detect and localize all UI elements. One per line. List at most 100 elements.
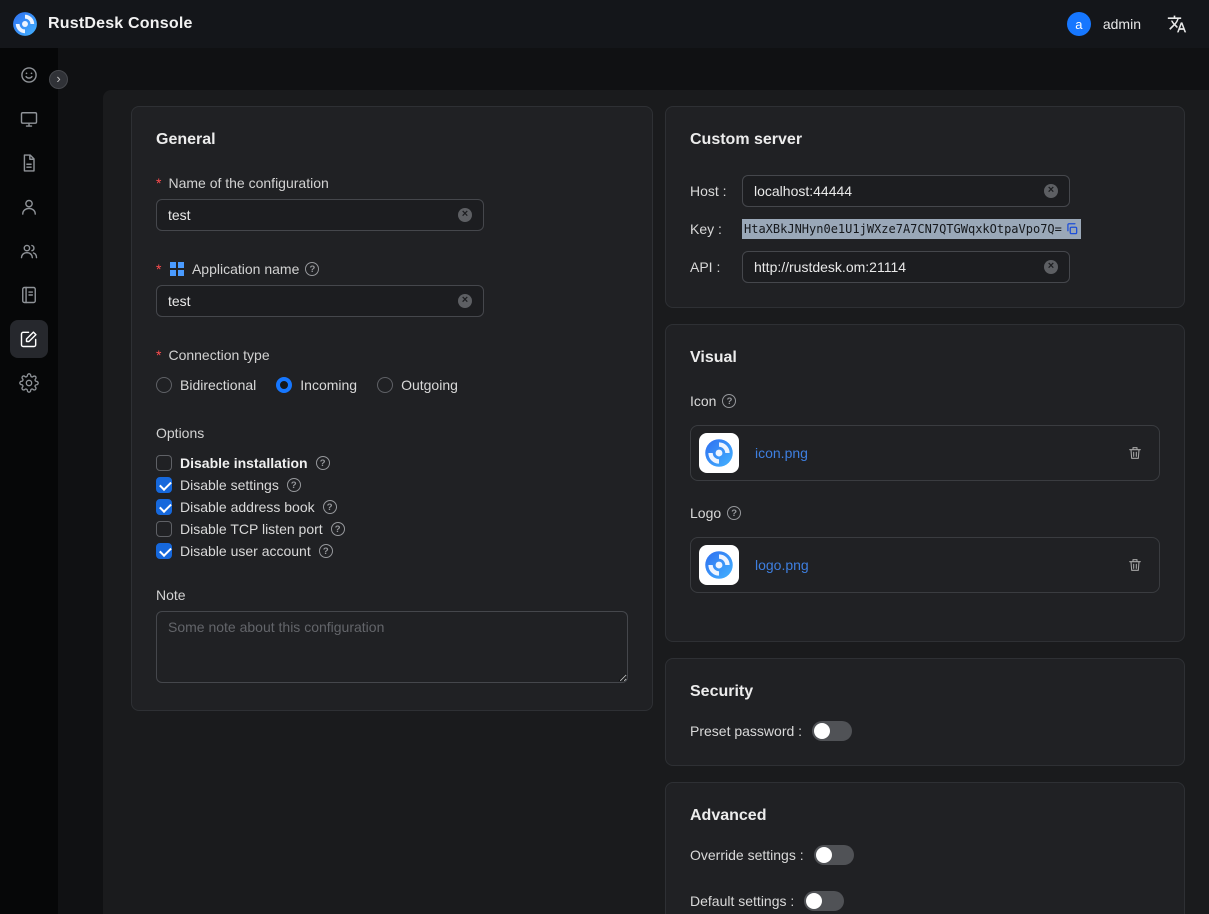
option-disable-address-book[interactable]: Disable address book xyxy=(156,499,628,515)
host-label: Host : xyxy=(690,183,742,199)
host-input[interactable] xyxy=(754,183,1044,199)
sidebar-item-groups[interactable] xyxy=(10,232,48,270)
general-card-title: General xyxy=(156,131,628,149)
options-label: Options xyxy=(156,425,628,441)
sidebar-item-dashboard[interactable] xyxy=(10,56,48,94)
logo-label-text: Logo xyxy=(690,505,721,521)
advanced-title: Advanced xyxy=(690,807,1160,825)
app-name-input[interactable] xyxy=(168,293,458,309)
smiley-icon xyxy=(19,65,39,85)
radio-label: Bidirectional xyxy=(180,377,256,393)
avatar[interactable]: a xyxy=(1067,12,1091,36)
help-icon[interactable] xyxy=(323,500,337,514)
key-row: Key : HtaXBkJNHyn0e1U1jWXze7A7CN7QTGWqxk… xyxy=(690,219,1160,239)
override-settings-row: Override settings : xyxy=(690,845,1160,865)
clear-icon[interactable] xyxy=(458,294,472,308)
clear-icon[interactable] xyxy=(458,208,472,222)
radio-outgoing[interactable]: Outgoing xyxy=(377,377,458,393)
icon-label-text: Icon xyxy=(690,393,716,409)
help-icon[interactable] xyxy=(722,394,736,408)
radio-bidirectional[interactable]: Bidirectional xyxy=(156,377,256,393)
help-icon[interactable] xyxy=(287,478,301,492)
general-card: General Name of the configuration Applic… xyxy=(131,106,653,711)
help-icon[interactable] xyxy=(319,544,333,558)
icon-label: Icon xyxy=(690,393,1160,409)
preset-password-label: Preset password : xyxy=(690,723,802,739)
key-value: HtaXBkJNHyn0e1U1jWXze7A7CN7QTGWqxkOtpaVp… xyxy=(744,220,1062,238)
checkbox[interactable] xyxy=(156,521,172,537)
logo-file-box: logo.png xyxy=(690,537,1160,593)
options-list: Disable installation Disable settings Di… xyxy=(156,455,628,559)
clear-icon[interactable] xyxy=(1044,184,1058,198)
required-asterisk xyxy=(156,175,162,191)
custom-server-title: Custom server xyxy=(690,131,1160,149)
icon-file-link[interactable]: icon.png xyxy=(755,445,808,461)
sidebar xyxy=(0,48,58,914)
app-name-field-label: Application name xyxy=(156,261,628,277)
help-icon[interactable] xyxy=(316,456,330,470)
connection-type-radio-group: Bidirectional Incoming Outgoing xyxy=(156,377,628,393)
sidebar-item-devices[interactable] xyxy=(10,100,48,138)
copy-icon[interactable] xyxy=(1065,222,1079,236)
name-field-label: Name of the configuration xyxy=(156,175,628,191)
app-name-field-label-text: Application name xyxy=(192,261,299,277)
checkbox[interactable] xyxy=(156,477,172,493)
brand: RustDesk Console xyxy=(12,11,193,37)
default-settings-toggle[interactable] xyxy=(804,891,844,911)
icon-thumbnail xyxy=(699,433,739,473)
trash-icon[interactable] xyxy=(1127,445,1143,461)
preset-password-row: Preset password : xyxy=(690,721,1160,741)
icon-file-box: icon.png xyxy=(690,425,1160,481)
checkbox[interactable] xyxy=(156,499,172,515)
sidebar-item-custom-clients[interactable] xyxy=(10,320,48,358)
host-input-box xyxy=(742,175,1070,207)
preset-password-toggle[interactable] xyxy=(812,721,852,741)
help-icon[interactable] xyxy=(305,262,319,276)
translate-icon[interactable] xyxy=(1167,14,1187,34)
checkbox[interactable] xyxy=(156,455,172,471)
radio-button[interactable] xyxy=(276,377,292,393)
option-label: Disable settings xyxy=(180,477,279,493)
note-textarea[interactable] xyxy=(156,611,628,683)
option-disable-installation[interactable]: Disable installation xyxy=(156,455,628,471)
radio-button[interactable] xyxy=(156,377,172,393)
api-input[interactable] xyxy=(754,259,1044,275)
sidebar-item-address-books[interactable] xyxy=(10,276,48,314)
option-disable-user-account[interactable]: Disable user account xyxy=(156,543,628,559)
required-asterisk xyxy=(156,261,162,277)
override-settings-toggle[interactable] xyxy=(814,845,854,865)
sidebar-item-users[interactable] xyxy=(10,188,48,226)
app-name-input-box xyxy=(156,285,484,317)
help-icon[interactable] xyxy=(727,506,741,520)
required-asterisk xyxy=(156,347,162,363)
checkbox[interactable] xyxy=(156,543,172,559)
visual-title: Visual xyxy=(690,349,1160,367)
connection-type-label-text: Connection type xyxy=(168,347,269,363)
sidebar-item-settings[interactable] xyxy=(10,364,48,402)
option-disable-tcp-listen-port[interactable]: Disable TCP listen port xyxy=(156,521,628,537)
help-icon[interactable] xyxy=(331,522,345,536)
option-label: Disable TCP listen port xyxy=(180,521,323,537)
radio-incoming[interactable]: Incoming xyxy=(276,377,357,393)
option-disable-settings[interactable]: Disable settings xyxy=(156,477,628,493)
username[interactable]: admin xyxy=(1103,16,1141,32)
sidebar-item-audit-log[interactable] xyxy=(10,144,48,182)
sidebar-expand-button[interactable] xyxy=(49,70,68,89)
default-settings-row: Default settings : xyxy=(690,891,1160,911)
connection-type-label: Connection type xyxy=(156,347,628,363)
document-icon xyxy=(19,153,39,173)
trash-icon[interactable] xyxy=(1127,557,1143,573)
radio-button[interactable] xyxy=(377,377,393,393)
radio-label: Incoming xyxy=(300,377,357,393)
logo-label: Logo xyxy=(690,505,1160,521)
key-value-chip: HtaXBkJNHyn0e1U1jWXze7A7CN7QTGWqxkOtpaVp… xyxy=(742,219,1081,239)
name-input[interactable] xyxy=(168,207,458,223)
clear-icon[interactable] xyxy=(1044,260,1058,274)
user-icon xyxy=(19,197,39,217)
logo-file-link[interactable]: logo.png xyxy=(755,557,809,573)
edit-square-icon xyxy=(19,329,39,349)
advanced-card: Advanced Override settings : Default set… xyxy=(665,782,1185,914)
content-panel: General Name of the configuration Applic… xyxy=(103,90,1209,914)
windows-logo-icon xyxy=(170,262,184,276)
users-group-icon xyxy=(19,241,39,261)
